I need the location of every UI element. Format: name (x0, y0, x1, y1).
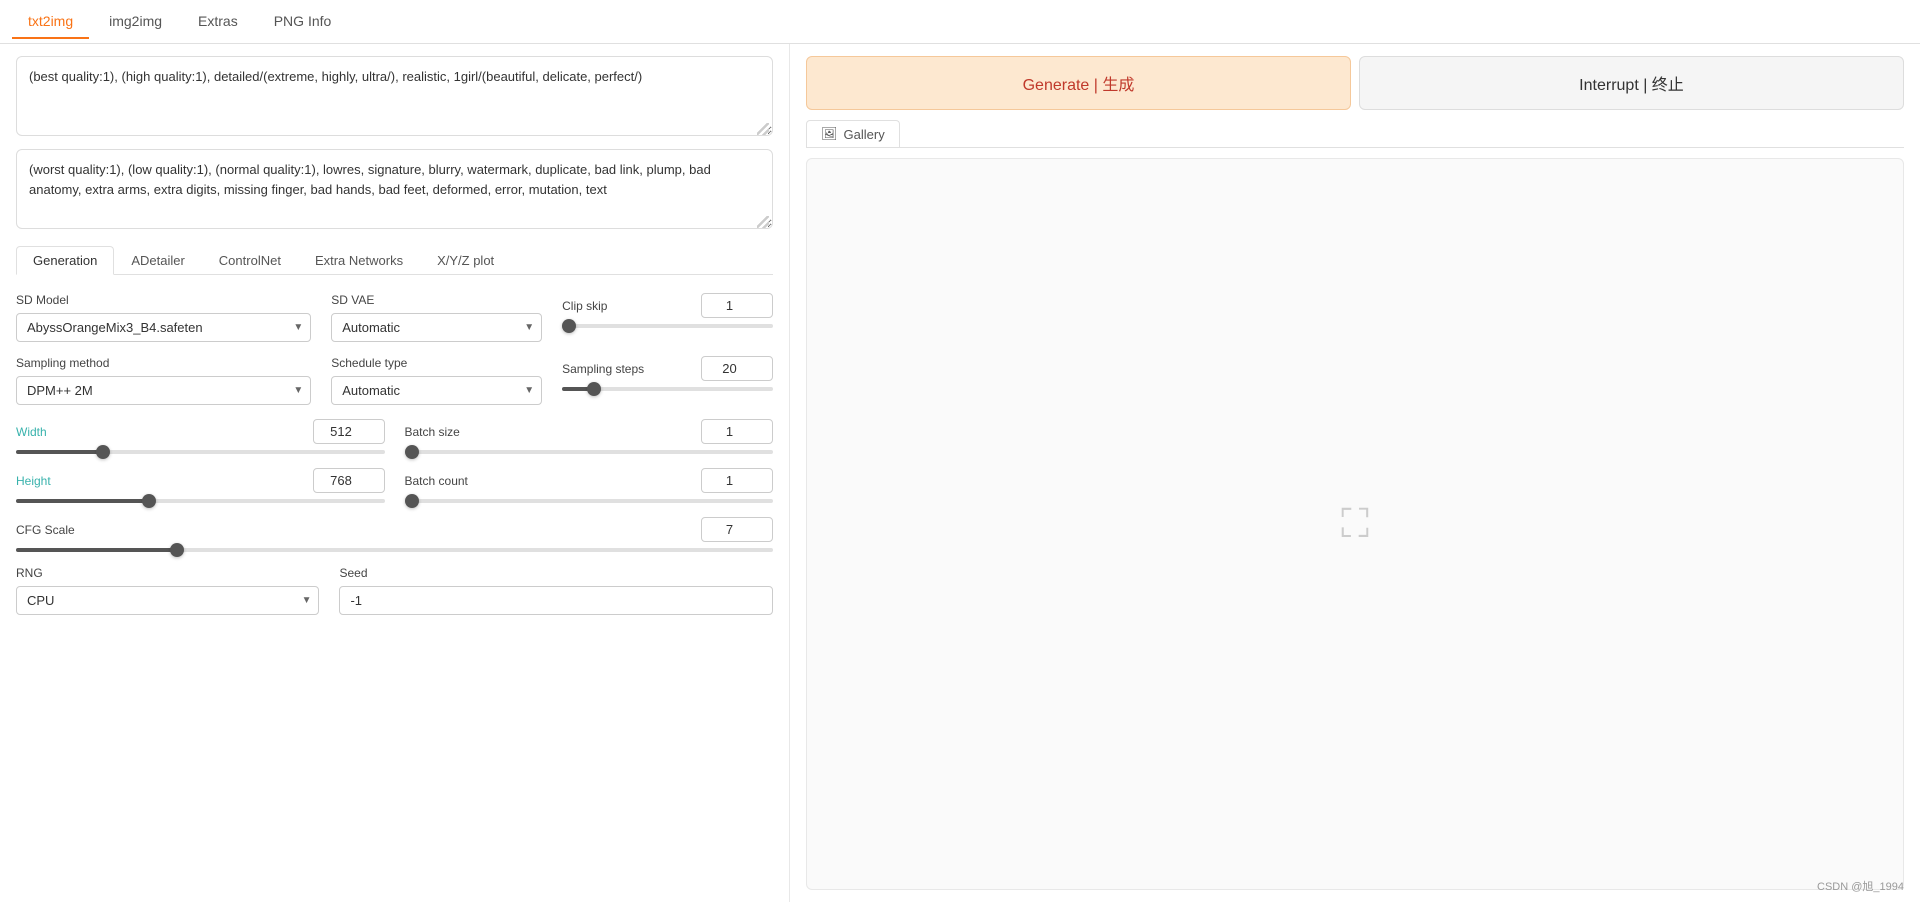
rng-group: RNG CPU GPU ▼ (16, 566, 319, 615)
right-panel: Generate | 生成 Interrupt | 终止 🖼 Gallery ⛶ (790, 44, 1920, 902)
sub-tab-bar: Generation ADetailer ControlNet Extra Ne… (16, 246, 773, 275)
batch-size-label: Batch size (405, 425, 460, 439)
height-slider[interactable] (16, 499, 385, 503)
tab-generation[interactable]: Generation (16, 246, 114, 275)
gallery-tab-label: Gallery (844, 127, 885, 142)
sd-model-label: SD Model (16, 293, 311, 307)
width-slider[interactable] (16, 450, 385, 454)
tab-txt2img[interactable]: txt2img (12, 5, 89, 39)
schedule-type-select[interactable]: Automatic (331, 376, 542, 405)
schedule-type-group: Schedule type Automatic ▼ (331, 356, 542, 405)
top-tab-bar: txt2img img2img Extras PNG Info (0, 0, 1920, 44)
sampling-steps-label: Sampling steps (562, 362, 644, 376)
interrupt-button[interactable]: Interrupt | 终止 (1359, 56, 1904, 110)
model-vae-clip-row: SD Model AbyssOrangeMix3_B4.safeten ▼ SD… (16, 293, 773, 342)
image-display-area: ⛶ (806, 158, 1904, 890)
clip-skip-label: Clip skip (562, 299, 607, 313)
seed-input[interactable] (339, 586, 773, 615)
gallery-tab-row: 🖼 Gallery (806, 120, 1904, 148)
gallery-icon: 🖼 (821, 126, 838, 142)
tab-extra-networks[interactable]: Extra Networks (298, 246, 420, 274)
tab-img2img[interactable]: img2img (93, 5, 178, 39)
batch-size-group: Batch size (405, 419, 774, 454)
positive-prompt-wrapper: (best quality:1), (high quality:1), deta… (16, 56, 773, 139)
sampling-method-select[interactable]: DPM++ 2M (16, 376, 311, 405)
sd-model-select[interactable]: AbyssOrangeMix3_B4.safeten (16, 313, 311, 342)
cfg-scale-input[interactable] (701, 517, 773, 542)
cfg-scale-slider[interactable] (16, 548, 773, 552)
batch-count-group: Batch count (405, 468, 774, 503)
sd-vae-label: SD VAE (331, 293, 542, 307)
rng-seed-row: RNG CPU GPU ▼ Seed (16, 566, 773, 615)
cfg-scale-group: CFG Scale (16, 517, 773, 552)
schedule-type-select-wrapper: Automatic ▼ (331, 376, 542, 405)
tab-adetailer[interactable]: ADetailer (114, 246, 201, 274)
sd-vae-select-wrapper: Automatic ▼ (331, 313, 542, 342)
schedule-type-label: Schedule type (331, 356, 542, 370)
sd-vae-select[interactable]: Automatic (331, 313, 542, 342)
seed-group: Seed (339, 566, 773, 615)
watermark-text: CSDN @旭_1994 (1817, 878, 1904, 894)
height-label: Height (16, 474, 51, 488)
clip-skip-input[interactable] (701, 293, 773, 318)
sampling-steps-slider[interactable] (562, 387, 773, 391)
batch-count-label: Batch count (405, 474, 468, 488)
sd-model-select-wrapper: AbyssOrangeMix3_B4.safeten ▼ (16, 313, 311, 342)
batch-count-input[interactable] (701, 468, 773, 493)
height-batch-count-row: Height Batch count (16, 468, 773, 503)
generation-params: SD Model AbyssOrangeMix3_B4.safeten ▼ SD… (16, 285, 773, 615)
batch-size-slider[interactable] (405, 450, 774, 454)
width-batch-size-row: Width Batch size (16, 419, 773, 454)
tab-controlnet[interactable]: ControlNet (202, 246, 298, 274)
left-panel: (best quality:1), (high quality:1), deta… (0, 44, 790, 902)
width-group: Width (16, 419, 385, 454)
sd-vae-group: SD VAE Automatic ▼ (331, 293, 542, 342)
sampling-method-select-wrapper: DPM++ 2M ▼ (16, 376, 311, 405)
clip-skip-slider[interactable] (562, 324, 773, 328)
seed-label: Seed (339, 566, 773, 580)
generate-button[interactable]: Generate | 生成 (806, 56, 1351, 110)
negative-prompt-input[interactable]: (worst quality:1), (low quality:1), (nor… (16, 149, 773, 229)
height-input[interactable] (313, 468, 385, 493)
sampling-steps-group: Sampling steps (562, 356, 773, 391)
main-layout: (best quality:1), (high quality:1), deta… (0, 44, 1920, 902)
tab-xyz-plot[interactable]: X/Y/Z plot (420, 246, 511, 274)
tab-png-info[interactable]: PNG Info (258, 5, 348, 39)
tab-extras[interactable]: Extras (182, 5, 254, 39)
sampling-method-group: Sampling method DPM++ 2M ▼ (16, 356, 311, 405)
height-group: Height (16, 468, 385, 503)
rng-select[interactable]: CPU GPU (16, 586, 319, 615)
clip-skip-group: Clip skip (562, 293, 773, 328)
sampling-steps-input[interactable] (701, 356, 773, 381)
image-placeholder-icon: ⛶ (1341, 502, 1369, 547)
gallery-tab[interactable]: 🖼 Gallery (806, 120, 900, 147)
cfg-scale-label: CFG Scale (16, 523, 75, 537)
rng-select-wrapper: CPU GPU ▼ (16, 586, 319, 615)
generate-row: Generate | 生成 Interrupt | 终止 (806, 56, 1904, 110)
rng-label: RNG (16, 566, 319, 580)
batch-size-input[interactable] (701, 419, 773, 444)
negative-prompt-wrapper: (worst quality:1), (low quality:1), (nor… (16, 149, 773, 232)
sd-model-group: SD Model AbyssOrangeMix3_B4.safeten ▼ (16, 293, 311, 342)
sampling-row: Sampling method DPM++ 2M ▼ Schedule type… (16, 356, 773, 405)
width-input[interactable] (313, 419, 385, 444)
sampling-method-label: Sampling method (16, 356, 311, 370)
width-label: Width (16, 425, 47, 439)
positive-prompt-input[interactable]: (best quality:1), (high quality:1), deta… (16, 56, 773, 136)
batch-count-slider[interactable] (405, 499, 774, 503)
